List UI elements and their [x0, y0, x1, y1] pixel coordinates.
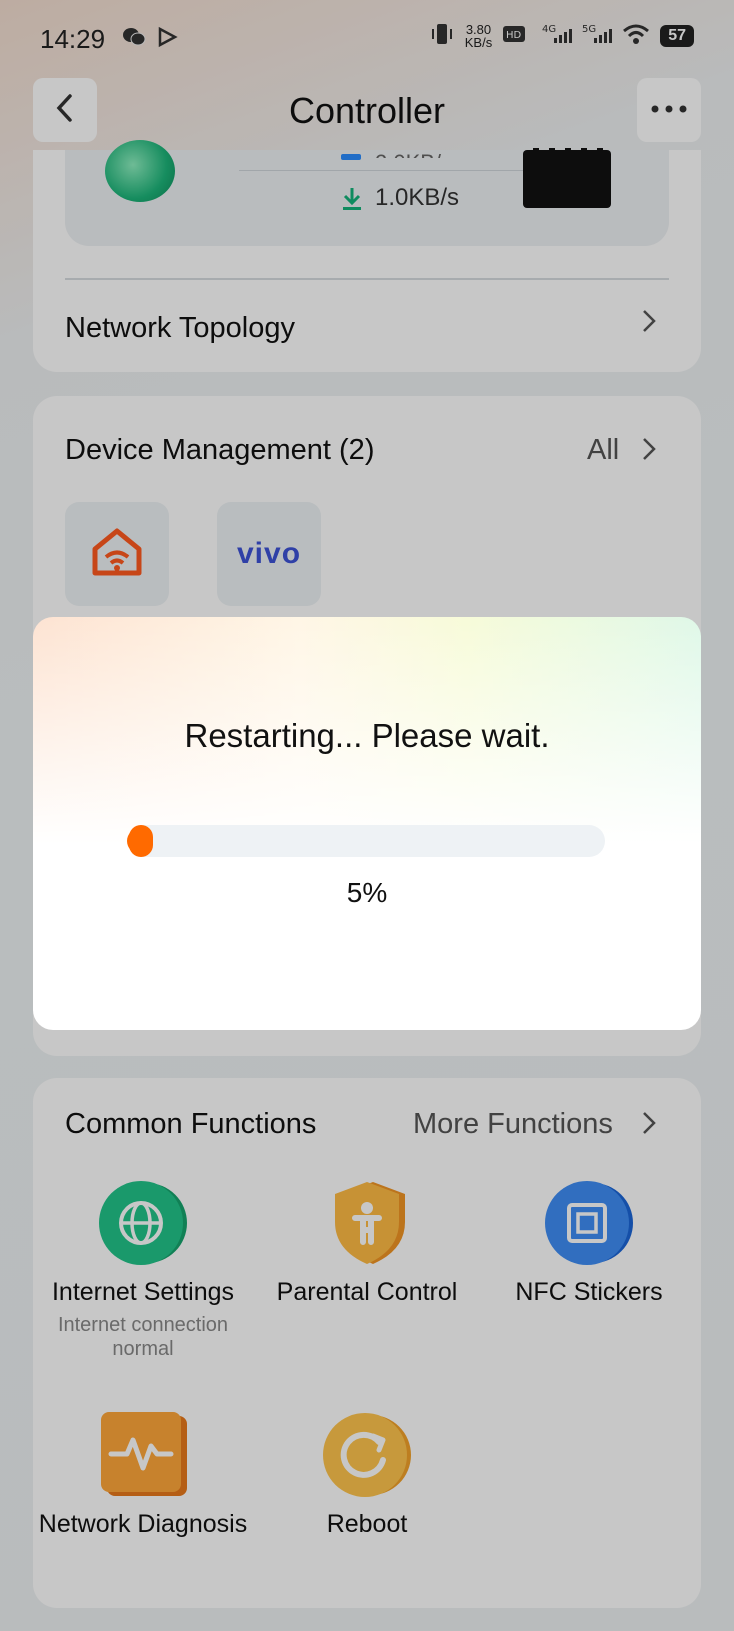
progress-percent: 5%	[346, 877, 388, 908]
progress-bar	[127, 825, 605, 857]
restart-message: Restarting... Please wait.	[184, 717, 550, 754]
progress-indicator	[127, 828, 153, 854]
restart-dialog: Restarting... Please wait. 5%	[33, 617, 701, 1030]
app-page: 14:29 3.80 KB/s HD 4G 5G 57 Controller 1…	[0, 0, 734, 1631]
